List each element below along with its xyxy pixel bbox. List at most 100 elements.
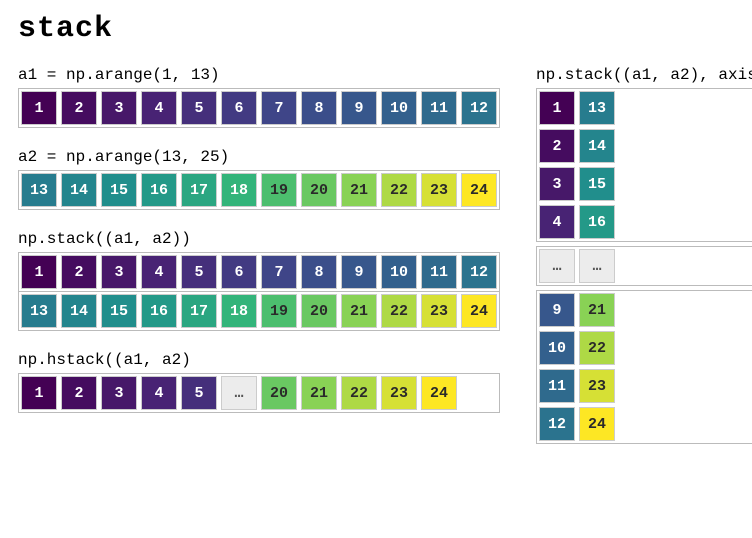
value-cell: 21 [299,374,339,412]
right-column: np.stack((a1, a2), axis=1) 1234 13141516… [536,60,752,444]
value-cell: 21 [339,171,379,209]
value-cell: 24 [577,405,617,443]
value-cell: 10 [379,89,419,127]
axis1-col-a1-mid: … [537,247,577,285]
value-cell: 22 [379,292,419,330]
value-cell: 15 [99,171,139,209]
value-cell: 5 [179,374,219,412]
value-cell: 4 [537,203,577,241]
value-cell: 13 [19,292,59,330]
value-cell: 11 [419,253,459,291]
value-cell: 15 [99,292,139,330]
code-label-a1: a1 = np.arange(1, 13) [18,66,500,84]
array-stack-axis1-mid: … … [536,246,752,286]
value-cell: 14 [59,292,99,330]
value-cell: 10 [379,253,419,291]
axis1-col-a2-bot: 21222324 [577,291,617,443]
value-cell: 3 [99,253,139,291]
left-column: a1 = np.arange(1, 13) 123456789101112 a2… [18,60,500,433]
value-cell: 1 [19,89,59,127]
array-stack-row2: 131415161718192021222324 [18,292,500,331]
value-cell: 22 [577,329,617,367]
value-cell: 7 [259,253,299,291]
value-cell: 1 [537,89,577,127]
value-cell: 12 [459,253,499,291]
axis1-col-a1-top: 1234 [537,89,577,241]
value-cell: 5 [179,89,219,127]
value-cell: 12 [537,405,577,443]
value-cell: 19 [259,292,299,330]
value-cell: 22 [339,374,379,412]
array-a1: 123456789101112 [18,88,500,128]
value-cell: 4 [139,253,179,291]
value-cell: 23 [419,292,459,330]
value-cell: 8 [299,253,339,291]
main-layout: a1 = np.arange(1, 13) 123456789101112 a2… [18,60,734,444]
value-cell: 4 [139,374,179,412]
value-cell: 21 [339,292,379,330]
value-cell: 9 [339,89,379,127]
value-cell: 2 [59,253,99,291]
value-cell: 5 [179,253,219,291]
value-cell: 3 [99,374,139,412]
axis1-col-a1-bot: 9101112 [537,291,577,443]
value-cell: 18 [219,171,259,209]
value-cell: 6 [219,253,259,291]
value-cell: 10 [537,329,577,367]
value-cell: 13 [577,89,617,127]
value-cell: 8 [299,89,339,127]
ellipsis-cell: … [577,247,617,285]
value-cell: 9 [339,253,379,291]
value-cell: 20 [299,292,339,330]
section-a1: a1 = np.arange(1, 13) 123456789101112 [18,66,500,128]
value-cell: 4 [139,89,179,127]
value-cell: 3 [537,165,577,203]
value-cell: 7 [259,89,299,127]
value-cell: 3 [99,89,139,127]
value-cell: 9 [537,291,577,329]
page-title: stack [18,12,734,46]
value-cell: 15 [577,165,617,203]
value-cell: 24 [459,171,499,209]
value-cell: 14 [577,127,617,165]
value-cell: 2 [59,374,99,412]
value-cell: 23 [419,171,459,209]
value-cell: 16 [577,203,617,241]
code-label-stack-axis1: np.stack((a1, a2), axis=1) [536,66,752,84]
value-cell: 19 [259,171,299,209]
value-cell: 2 [537,127,577,165]
array-hstack: 12345…2021222324 [18,373,500,413]
value-cell: 11 [419,89,459,127]
array-a2: 131415161718192021222324 [18,170,500,210]
value-cell: 16 [139,292,179,330]
axis1-col-a2-mid: … [577,247,617,285]
value-cell: 20 [259,374,299,412]
value-cell: 23 [379,374,419,412]
value-cell: 20 [299,171,339,209]
ellipsis-cell: … [537,247,577,285]
code-label-stack: np.stack((a1, a2)) [18,230,500,248]
array-stack-row1: 123456789101112 [18,252,500,292]
value-cell: 1 [19,253,59,291]
value-cell: 2 [59,89,99,127]
array-stack-axis1-bot: 9101112 21222324 [536,290,752,444]
array-stack-axis1-top: 1234 13141516 [536,88,752,242]
value-cell: 1 [19,374,59,412]
value-cell: 24 [459,292,499,330]
value-cell: 6 [219,89,259,127]
value-cell: 21 [577,291,617,329]
section-hstack: np.hstack((a1, a2) 12345…2021222324 [18,351,500,413]
section-stack: np.stack((a1, a2)) 123456789101112 13141… [18,230,500,331]
ellipsis-cell: … [219,374,259,412]
code-label-hstack: np.hstack((a1, a2) [18,351,500,369]
value-cell: 24 [419,374,459,412]
value-cell: 11 [537,367,577,405]
value-cell: 22 [379,171,419,209]
array-stack: 123456789101112 131415161718192021222324 [18,252,500,331]
value-cell: 17 [179,292,219,330]
axis1-col-a2-top: 13141516 [577,89,617,241]
value-cell: 14 [59,171,99,209]
code-label-a2: a2 = np.arange(13, 25) [18,148,500,166]
section-a2: a2 = np.arange(13, 25) 13141516171819202… [18,148,500,210]
value-cell: 12 [459,89,499,127]
